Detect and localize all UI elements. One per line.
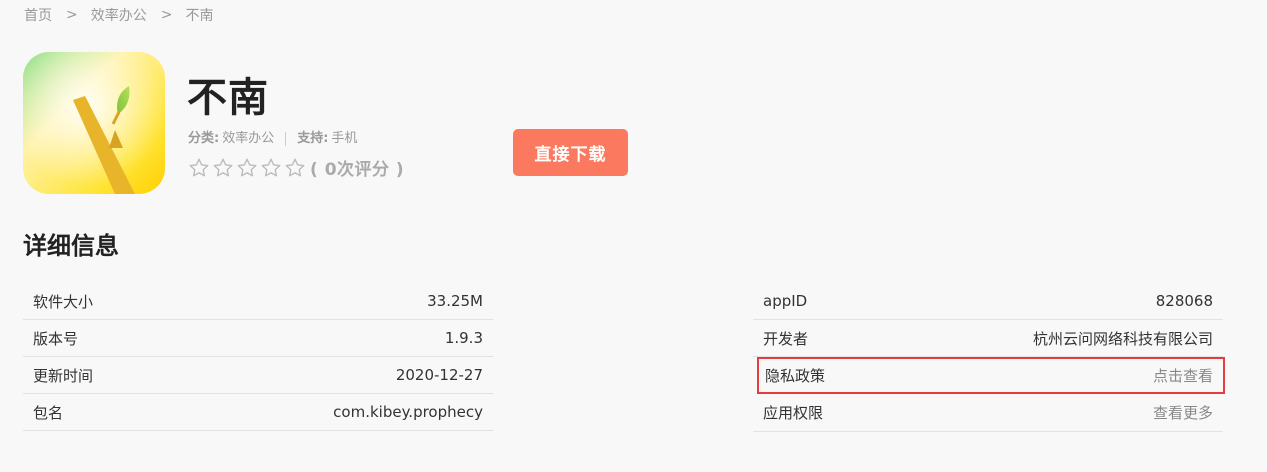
info-value: 1.9.3 (444, 329, 483, 347)
details-table-right: appID 828068 开发者 杭州云问网络科技有限公司 隐私政策 点击查看 … (753, 283, 1225, 432)
info-value: 杭州云问网络科技有限公司 (1032, 329, 1213, 348)
breadcrumb-category-link[interactable]: 效率办公 (91, 5, 147, 25)
info-row-privacy-policy: 隐私政策 点击查看 (757, 357, 1225, 394)
info-label: 包名 (33, 403, 64, 422)
privacy-policy-link[interactable]: 点击查看 (1153, 365, 1213, 386)
info-row-version: 版本号 1.9.3 (23, 320, 493, 357)
star-icon (189, 158, 209, 176)
details-title: 详细信息 (23, 232, 119, 260)
category-key: 分类: (188, 131, 220, 146)
app-title: 不南 (187, 75, 269, 121)
info-row-update-time: 更新时间 2020-12-27 (23, 357, 493, 394)
breadcrumb-current: 不南 (185, 8, 214, 24)
category-value: 效率办公 (222, 131, 275, 146)
info-row-permissions: 应用权限 查看更多 (753, 394, 1223, 432)
sprout-app-icon (23, 52, 165, 194)
star-icon (213, 158, 233, 176)
star-icon (261, 158, 281, 176)
info-label: 开发者 (763, 329, 809, 348)
support-key: 支持: (297, 131, 329, 146)
star-icon (285, 158, 305, 176)
breadcrumb-home-link[interactable]: 首页 (24, 5, 52, 25)
breadcrumb: 首页 > 效率办公 > 不南 (24, 5, 213, 25)
rating-count: ( 0次评分 ) (310, 160, 405, 180)
info-row-size: 软件大小 33.25M (23, 283, 493, 320)
info-row-developer: 开发者 杭州云问网络科技有限公司 (753, 320, 1223, 357)
info-label: 版本号 (33, 329, 79, 348)
support-value: 手机 (331, 131, 358, 146)
star-rating: ( 0次评分 ) (188, 155, 404, 180)
permissions-link[interactable]: 查看更多 (1153, 402, 1213, 423)
info-label: 更新时间 (33, 366, 94, 385)
info-value: 2020-12-27 (395, 366, 483, 384)
info-row-appid: appID 828068 (753, 283, 1223, 320)
meta-divider (285, 132, 287, 146)
info-value: 828068 (1155, 292, 1213, 310)
info-label: 应用权限 (763, 404, 824, 422)
info-label: 隐私政策 (765, 367, 826, 385)
breadcrumb-separator: > (160, 7, 173, 23)
star-icon (237, 158, 257, 176)
info-label: 软件大小 (33, 292, 94, 311)
info-label: appID (763, 292, 808, 310)
app-meta: 分类: 效率办公 支持: 手机 (188, 130, 357, 148)
info-value: 33.25M (427, 292, 483, 310)
download-button[interactable]: 直接下载 (513, 129, 628, 176)
info-value: com.kibey.prophecy (333, 403, 483, 421)
details-table-left: 软件大小 33.25M 版本号 1.9.3 更新时间 2020-12-27 包名… (23, 283, 493, 431)
info-row-package: 包名 com.kibey.prophecy (23, 394, 493, 431)
breadcrumb-separator: > (66, 7, 78, 23)
